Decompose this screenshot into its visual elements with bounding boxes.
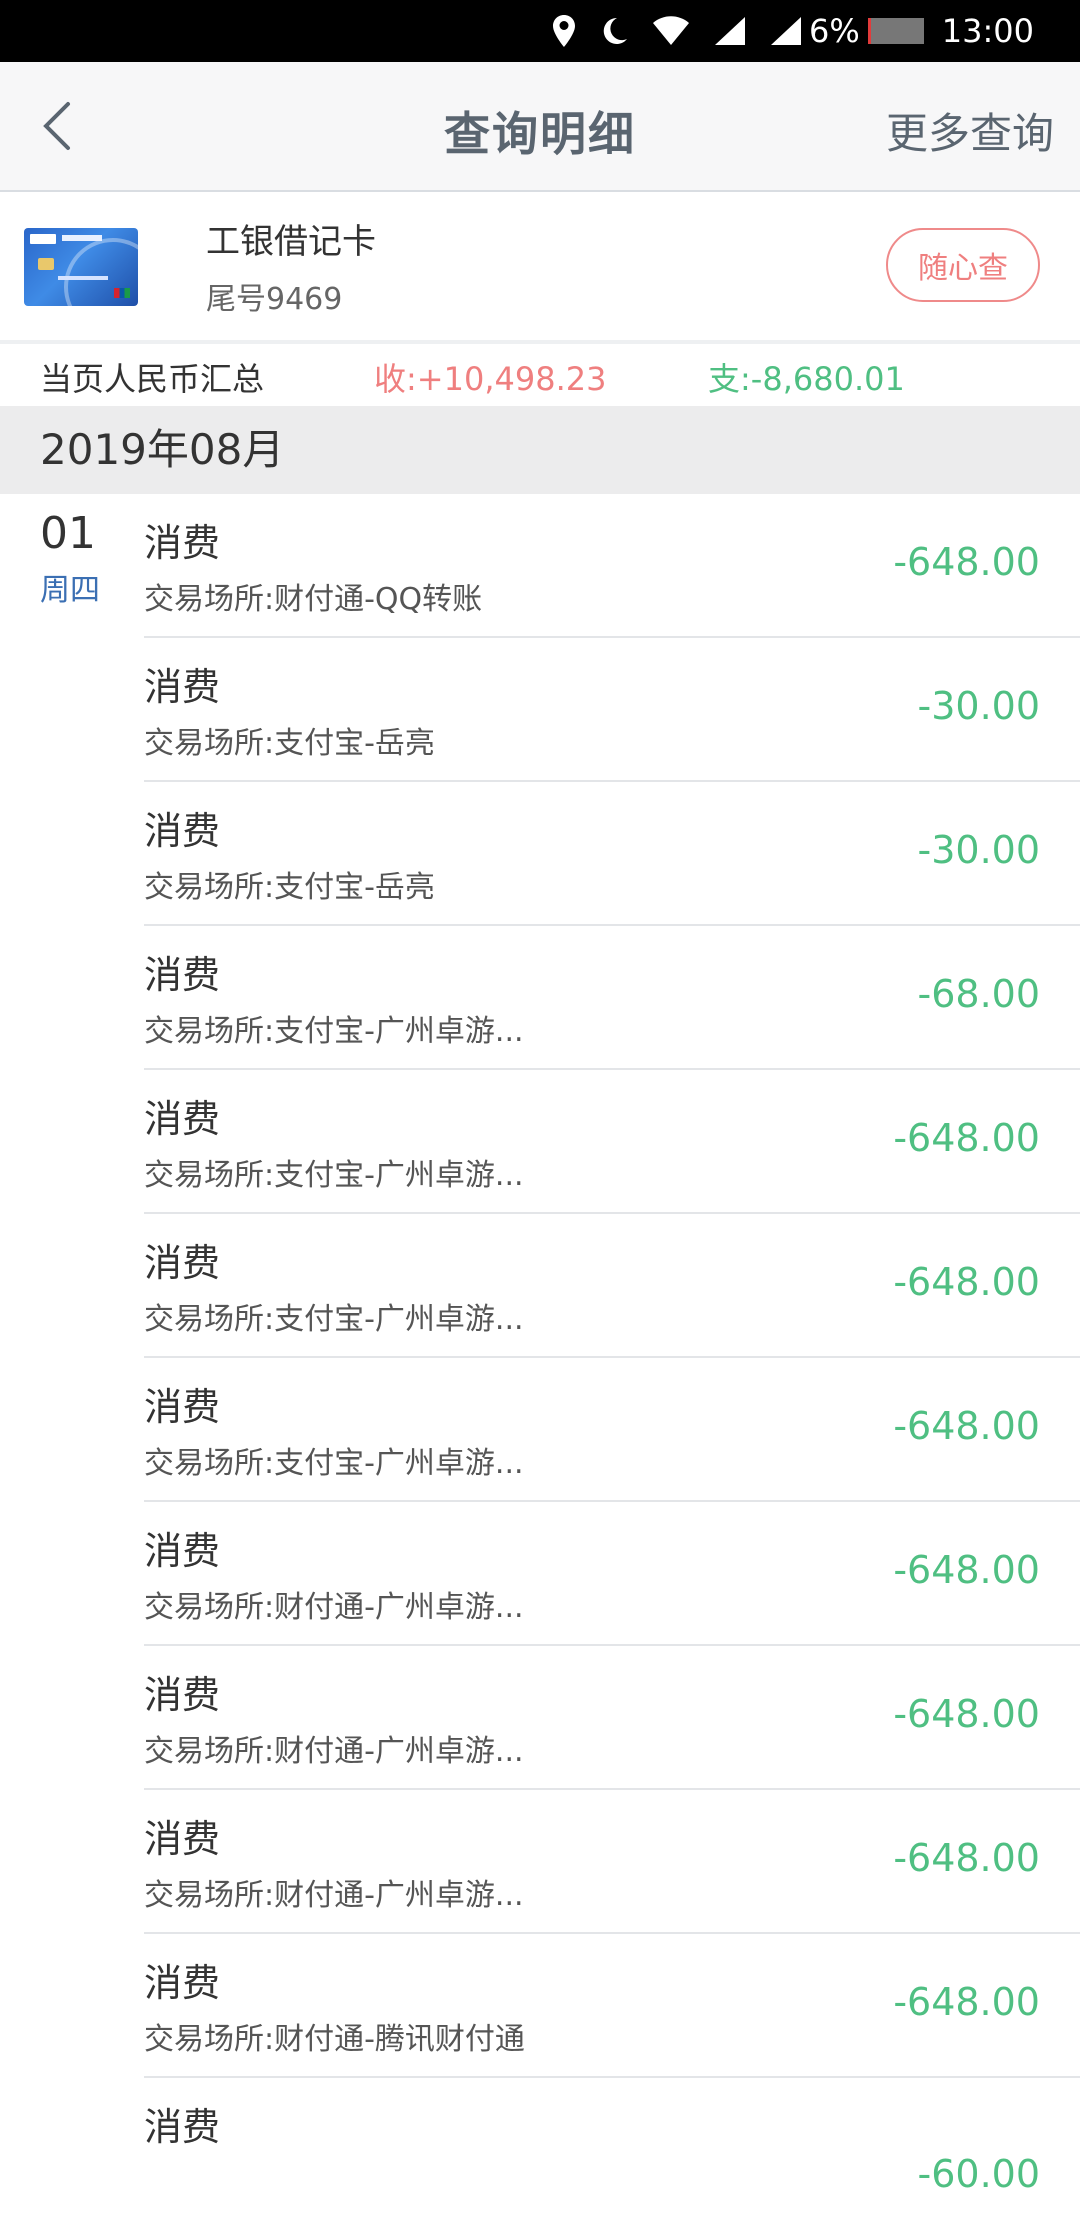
- status-bar: 6% 13:00: [0, 0, 1080, 62]
- status-time: 13:00: [941, 12, 1034, 50]
- bank-name-strip: [62, 235, 102, 241]
- transaction-desc: 交易场所:财付通-腾讯财付通: [144, 2022, 525, 2057]
- transaction-desc: 交易场所:支付宝-广州卓游...: [144, 1014, 524, 1049]
- summary-label: 当页人民币汇总: [40, 360, 265, 398]
- transaction-type: 消费: [144, 665, 221, 709]
- day-weekday: 周四: [40, 573, 100, 608]
- transaction-desc: 交易场所:支付宝-岳亮: [144, 726, 435, 761]
- transaction-type: 消费: [144, 521, 221, 565]
- transaction-item[interactable]: 消费 交易场所:财付通-QQ转账 -648.00: [144, 494, 1080, 638]
- transaction-type: 消费: [144, 1961, 221, 2005]
- transaction-desc: 交易场所:财付通-广州卓游...: [144, 1878, 524, 1913]
- transaction-item[interactable]: 消费 交易场所:支付宝-广州卓游... -648.00: [144, 1070, 1080, 1214]
- transaction-amount: -648.00: [893, 540, 1040, 584]
- transaction-item[interactable]: 消费 交易场所:支付宝-广州卓游... -648.00: [144, 1214, 1080, 1358]
- card-tail-number: 尾号9469: [206, 282, 343, 317]
- card-info: 工银借记卡 尾号9469 随心查: [0, 194, 1080, 340]
- transaction-desc: 交易场所:财付通-QQ转账: [144, 582, 483, 617]
- page-summary: 当页人民币汇总 收:+10,498.23 支:-8,680.01: [0, 344, 1080, 406]
- battery-level-fill: [867, 18, 872, 44]
- transaction-amount: -30.00: [917, 684, 1041, 728]
- transaction-amount: -30.00: [917, 828, 1041, 872]
- transaction-item[interactable]: 消费 交易场所:财付通-广州卓游... -648.00: [144, 1790, 1080, 1934]
- day-column: 01 周四: [40, 508, 100, 609]
- battery-icon: [867, 18, 924, 44]
- transaction-desc: 交易场所:支付宝-广州卓游...: [144, 1446, 524, 1481]
- free-query-button[interactable]: 随心查: [886, 228, 1040, 302]
- transaction-amount: -68.00: [917, 972, 1041, 1016]
- wifi-icon: [651, 15, 691, 47]
- card-name: 工银借记卡: [206, 222, 376, 262]
- location-icon: [551, 14, 577, 48]
- signal-icon: [713, 15, 747, 47]
- moon-icon: [599, 16, 629, 46]
- summary-income: 收:+10,498.23: [374, 360, 607, 398]
- more-query-button[interactable]: 更多查询: [886, 100, 1054, 161]
- nav-header: 查询明细 更多查询: [0, 62, 1080, 192]
- transaction-type: 消费: [144, 809, 221, 853]
- transaction-type: 消费: [144, 1241, 221, 1285]
- transaction-amount: -648.00: [893, 1980, 1040, 2024]
- bank-logo: [30, 234, 56, 244]
- month-header: 2019年08月: [0, 406, 1080, 494]
- transaction-amount: -648.00: [893, 1692, 1040, 1736]
- transaction-item[interactable]: 消费 交易场所:支付宝-广州卓游... -68.00: [144, 926, 1080, 1070]
- transaction-type: 消费: [144, 953, 221, 997]
- battery-percent: 6%: [809, 12, 860, 50]
- bank-card-image: [24, 228, 138, 306]
- transaction-item[interactable]: 消费 交易场所:支付宝-岳亮 -30.00: [144, 782, 1080, 926]
- transaction-amount: -648.00: [893, 1836, 1040, 1880]
- transaction-amount: -648.00: [893, 1260, 1040, 1304]
- transaction-type: 消费: [144, 1817, 221, 1861]
- summary-expense: 支:-8,680.01: [708, 360, 905, 398]
- day-number: 01: [40, 508, 96, 559]
- card-chip: [38, 258, 54, 270]
- unionpay-logo: [114, 288, 130, 298]
- transaction-item[interactable]: 消费 交易场所:支付宝-广州卓游... -648.00: [144, 1358, 1080, 1502]
- transaction-item[interactable]: 消费 -60.00: [144, 2078, 1080, 2222]
- transaction-type: 消费: [144, 1097, 221, 1141]
- transaction-amount: -60.00: [917, 2152, 1041, 2196]
- transaction-desc: 交易场所:财付通-广州卓游...: [144, 1590, 524, 1625]
- transaction-desc: 交易场所:支付宝-岳亮: [144, 870, 435, 905]
- signal-icon: [769, 15, 803, 47]
- transaction-item[interactable]: 消费 交易场所:支付宝-岳亮 -30.00: [144, 638, 1080, 782]
- transaction-desc: 交易场所:财付通-广州卓游...: [144, 1734, 524, 1769]
- card-number-strip: [58, 276, 108, 280]
- transaction-type: 消费: [144, 1385, 221, 1429]
- transaction-item[interactable]: 消费 交易场所:财付通-广州卓游... -648.00: [144, 1502, 1080, 1646]
- transaction-amount: -648.00: [893, 1548, 1040, 1592]
- transaction-amount: -648.00: [893, 1404, 1040, 1448]
- transaction-item[interactable]: 消费 交易场所:财付通-广州卓游... -648.00: [144, 1646, 1080, 1790]
- transaction-type: 消费: [144, 1673, 221, 1717]
- transaction-desc: 交易场所:支付宝-广州卓游...: [144, 1158, 524, 1193]
- transaction-amount: -648.00: [893, 1116, 1040, 1160]
- transaction-type: 消费: [144, 2105, 221, 2149]
- transaction-item[interactable]: 消费 交易场所:财付通-腾讯财付通 -648.00: [144, 1934, 1080, 2078]
- transaction-type: 消费: [144, 1529, 221, 1573]
- transaction-desc: 交易场所:支付宝-广州卓游...: [144, 1302, 524, 1337]
